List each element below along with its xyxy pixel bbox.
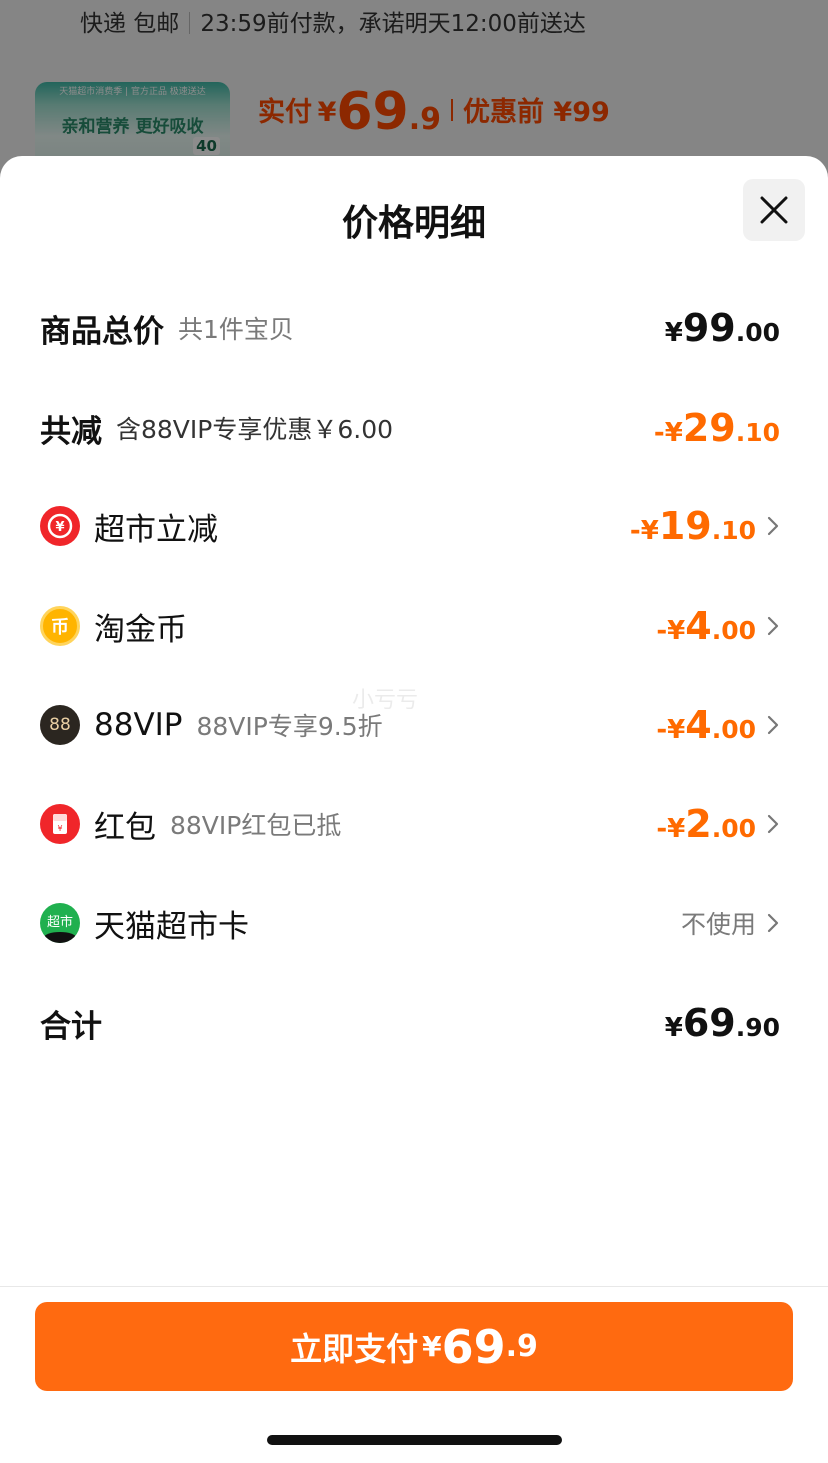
price-detail-sheet: 价格明细 小亏亏 商品总价 共1件宝贝 ¥99.00 共减 含88VIP专享优惠… bbox=[0, 156, 828, 1463]
currency: ¥ bbox=[664, 318, 683, 348]
row-sum: 合计 ¥69.90 bbox=[40, 993, 780, 1053]
row-taojinbi[interactable]: 币 淘金币 -¥ 4.00 bbox=[40, 596, 780, 656]
coin-icon-text: 币 bbox=[51, 617, 69, 638]
divider bbox=[0, 1286, 828, 1287]
total-item-count: 共1件宝贝 bbox=[178, 315, 294, 344]
currency: -¥ bbox=[656, 616, 686, 646]
reduction-note: 含88VIP专享优惠￥6.00 bbox=[116, 415, 394, 444]
sheet-title: 价格明细 bbox=[341, 203, 486, 244]
pay-now-button[interactable]: 立即支付 ¥69.9 bbox=[35, 1302, 793, 1391]
amount-int: 19 bbox=[658, 504, 712, 548]
row-total-price: 商品总价 共1件宝贝 ¥99.00 bbox=[40, 298, 780, 358]
amount-int: 4 bbox=[685, 703, 712, 747]
amount-int: 99 bbox=[682, 306, 736, 350]
chevron-right-icon bbox=[756, 615, 780, 637]
row-88vip[interactable]: 88 88VIP 88VIP专享9.5折 -¥ 4.00 bbox=[40, 695, 780, 755]
currency: -¥ bbox=[656, 715, 686, 745]
currency: -¥ bbox=[656, 814, 686, 844]
total-amount: ¥99.00 bbox=[665, 306, 780, 350]
chevron-right-icon bbox=[756, 813, 780, 835]
red-packet-icon: ¥ bbox=[40, 804, 80, 844]
red-packet-label: 红包 bbox=[94, 809, 156, 846]
amount-dec: .10 bbox=[735, 418, 780, 447]
taojinbi-label: 淘金币 bbox=[94, 611, 187, 648]
pay-amount-dec: .9 bbox=[505, 1329, 538, 1364]
vip-label: 88VIP bbox=[94, 707, 183, 743]
row-red-packet[interactable]: ¥ 红包 88VIP红包已抵 -¥ 2.00 bbox=[40, 794, 780, 854]
chevron-right-icon bbox=[756, 714, 780, 736]
tmall-card-icon: 超市 bbox=[40, 903, 80, 943]
amount-int: 4 bbox=[685, 604, 712, 648]
chevron-right-icon bbox=[756, 912, 780, 934]
sum-label: 合计 bbox=[40, 1008, 102, 1045]
reduction-amount: -¥ 29.10 bbox=[654, 406, 780, 450]
sum-amount: ¥69.90 bbox=[665, 1001, 780, 1045]
yuan-coupon-icon: ¥ bbox=[40, 506, 80, 546]
currency: -¥ bbox=[653, 418, 683, 448]
svg-text:¥: ¥ bbox=[57, 824, 62, 833]
row-tmall-supermarket-card[interactable]: 超市 天猫超市卡 不使用 bbox=[40, 893, 780, 953]
amount-dec: .00 bbox=[711, 616, 756, 645]
card-icon-text: 超市 bbox=[46, 914, 73, 930]
svg-text:¥: ¥ bbox=[55, 520, 64, 535]
close-button[interactable] bbox=[743, 179, 805, 241]
supermarket-discount-label: 超市立减 bbox=[94, 511, 218, 548]
amount-dec: .00 bbox=[711, 814, 756, 843]
tmall-card-label: 天猫超市卡 bbox=[94, 908, 249, 945]
amount-dec: .10 bbox=[711, 516, 756, 545]
pay-label: 立即支付 bbox=[290, 1329, 419, 1368]
row-total-reduction: 共减 含88VIP专享优惠￥6.00 -¥ 29.10 bbox=[40, 398, 780, 458]
reduction-label: 共减 bbox=[40, 413, 102, 450]
currency: -¥ bbox=[629, 516, 659, 546]
row-supermarket-discount[interactable]: ¥ 超市立减 -¥ 19.10 bbox=[40, 496, 780, 556]
vip-note: 88VIP专享9.5折 bbox=[196, 712, 383, 741]
pay-currency: ¥ bbox=[422, 1330, 442, 1363]
home-indicator[interactable] bbox=[267, 1435, 562, 1445]
total-label: 商品总价 bbox=[40, 313, 164, 350]
vip-amount: -¥ 4.00 bbox=[656, 703, 780, 747]
pay-amount-int: 69 bbox=[441, 1319, 506, 1374]
amount-dec: .00 bbox=[711, 715, 756, 744]
taojinbi-amount: -¥ 4.00 bbox=[656, 604, 780, 648]
card-status: 不使用 bbox=[680, 910, 756, 939]
amount-int: 29 bbox=[682, 406, 736, 450]
tmall-cat-shape bbox=[44, 932, 76, 943]
chevron-right-icon bbox=[756, 515, 780, 537]
88vip-icon: 88 bbox=[40, 705, 80, 745]
amount-int: 2 bbox=[685, 802, 712, 846]
amount-int: 69 bbox=[682, 1001, 736, 1045]
amount-dec: .90 bbox=[735, 1013, 780, 1042]
gold-coin-icon: 币 bbox=[40, 606, 80, 646]
tmall-card-value: 不使用 bbox=[681, 905, 780, 941]
red-packet-amount: -¥ 2.00 bbox=[656, 802, 780, 846]
red-packet-note: 88VIP红包已抵 bbox=[170, 811, 342, 840]
supermarket-discount-amount: -¥ 19.10 bbox=[630, 504, 780, 548]
close-icon bbox=[760, 196, 788, 224]
amount-dec: .00 bbox=[735, 318, 780, 347]
vip-icon-text: 88 bbox=[49, 715, 71, 735]
currency: ¥ bbox=[664, 1013, 683, 1043]
